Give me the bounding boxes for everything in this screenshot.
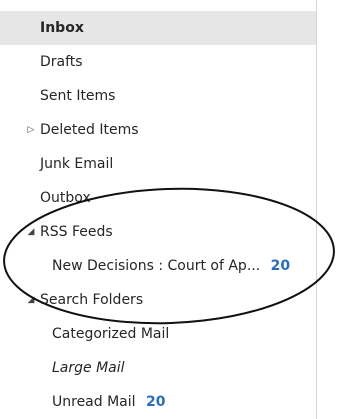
folder-drafts[interactable]: Drafts	[0, 45, 316, 79]
folder-label: Search Folders	[40, 292, 144, 308]
reading-pane-edge	[317, 0, 340, 419]
folder-label: Large Mail	[52, 360, 125, 376]
unread-count-badge: 20	[146, 394, 166, 410]
folder-sent-items[interactable]: Sent Items	[0, 79, 316, 113]
folder-new-decisions[interactable]: New Decisions : Court of Ap... 20	[0, 249, 316, 283]
unread-count-badge: 20	[270, 258, 291, 274]
folder-outbox[interactable]: Outbox	[0, 181, 316, 215]
folder-label: RSS Feeds	[40, 224, 113, 240]
folder-label: New Decisions : Court of Ap...	[52, 258, 261, 274]
folder-search-folders[interactable]: ◢ Search Folders	[0, 283, 316, 317]
folder-pane: Inbox Drafts Sent Items ▷ Deleted Items …	[0, 0, 316, 419]
folder-unread-mail[interactable]: Unread Mail 20	[0, 385, 316, 419]
folder-label: Deleted Items	[40, 122, 139, 138]
folder-label: Sent Items	[40, 88, 116, 104]
folder-label: Inbox	[40, 20, 84, 36]
folder-large-mail[interactable]: Large Mail	[0, 351, 316, 385]
folder-label: Outbox	[40, 190, 91, 206]
expand-arrow-icon[interactable]: ▷	[26, 113, 36, 147]
folder-junk-email[interactable]: Junk Email	[0, 147, 316, 181]
collapse-arrow-icon[interactable]: ◢	[26, 283, 36, 317]
folder-label: Drafts	[40, 54, 83, 70]
collapse-arrow-icon[interactable]: ◢	[26, 215, 36, 249]
folder-label: Unread Mail	[52, 394, 136, 410]
folder-label: Categorized Mail	[52, 326, 170, 342]
folder-deleted-items[interactable]: ▷ Deleted Items	[0, 113, 316, 147]
folder-categorized-mail[interactable]: Categorized Mail	[0, 317, 316, 351]
folder-label: Junk Email	[40, 156, 114, 172]
folder-rss-feeds[interactable]: ◢ RSS Feeds	[0, 215, 316, 249]
folder-inbox[interactable]: Inbox	[0, 11, 316, 45]
